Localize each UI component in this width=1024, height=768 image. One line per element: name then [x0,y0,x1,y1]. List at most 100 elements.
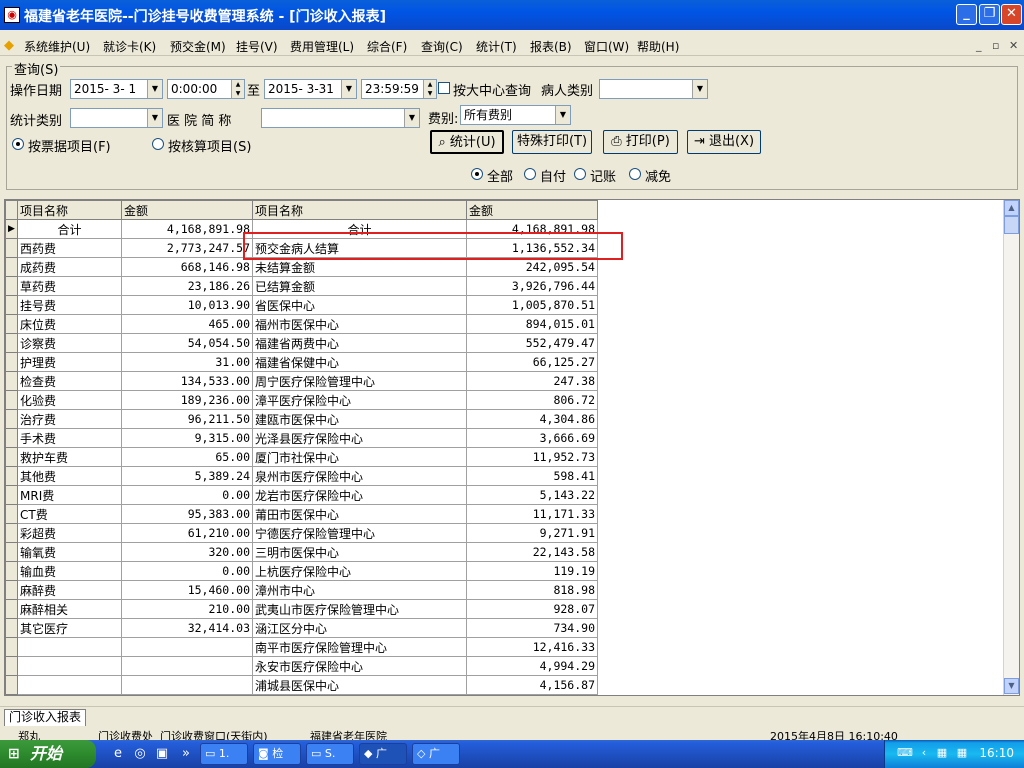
scroll-up-icon[interactable]: ▲ [1004,200,1019,216]
item-name-cell[interactable]: 西药费 [17,238,122,258]
menu-card[interactable]: 就诊卡(K) [103,38,156,55]
row-indicator[interactable] [5,371,18,391]
date-from-picker[interactable]: 2015- 3- 1 ▼ [70,79,163,99]
table-row[interactable]: 其他费 5,389.24 泉州市医疗保险中心 598.41 [5,466,598,486]
table-row[interactable]: 化验费 189,236.00 漳平医疗保险中心 806.72 [5,390,598,410]
row-indicator[interactable] [5,295,18,315]
item-name-cell[interactable]: 手术费 [17,428,122,448]
amount-cell[interactable]: 247.38 [466,371,598,391]
scroll-thumb[interactable] [1004,216,1019,234]
item-name-cell[interactable]: 救护车费 [17,447,122,467]
by-receipt-label[interactable]: 按票据项目(F) [28,136,111,155]
amount-cell[interactable]: 9,271.91 [466,523,598,543]
by-settlement-label[interactable]: 按核算项目(S) [168,136,251,155]
table-row[interactable]: 麻醉相关 210.00 武夷山市医疗保险管理中心 928.07 [5,599,598,619]
amount-cell[interactable]: 9,315.00 [121,428,253,448]
amount-cell[interactable]: 894,015.01 [466,314,598,334]
table-row[interactable]: 输氧费 320.00 三明市医保中心 22,143.58 [5,542,598,562]
item-name-cell[interactable]: 漳州市中心 [252,580,467,600]
item-name-cell[interactable]: 挂号费 [17,295,122,315]
table-row[interactable]: 检查费 134,533.00 周宁医疗保险管理中心 247.38 [5,371,598,391]
title-bar[interactable]: ◉ 福建省老年医院--门诊挂号收费管理系统 - [门诊收入报表] _ ❐ ✕ [0,0,1024,30]
amount-cell[interactable]: 1,005,870.51 [466,295,598,315]
amount-cell[interactable]: 928.07 [466,599,598,619]
item-name-cell[interactable]: 福州市医保中心 [252,314,467,334]
ie-icon[interactable]: e [110,746,126,762]
mdi-restore-button[interactable]: ▫ [992,39,999,52]
item-name-cell[interactable]: 化验费 [17,390,122,410]
filter-all-radio[interactable] [471,168,483,180]
item-name-cell[interactable] [17,637,122,657]
chevron-icon[interactable]: » [178,746,194,762]
amount-cell[interactable]: 2,773,247.57 [121,238,253,258]
collapse-tray-icon[interactable]: ‹ [917,746,931,760]
table-row[interactable]: 其它医疗 32,414.03 涵江区分中心 734.90 [5,618,598,638]
amount-cell[interactable]: 31.00 [121,352,253,372]
table-row[interactable]: 浦城县医保中心 4,156.87 [5,675,598,695]
amount-cell[interactable]: 61,210.00 [121,523,253,543]
amount-cell[interactable] [121,675,253,695]
amount-cell[interactable]: 210.00 [121,599,253,619]
column-header[interactable]: 项目名称 [252,200,467,220]
amount-cell[interactable]: 189,236.00 [121,390,253,410]
menu-query[interactable]: 查询(C) [421,38,463,55]
amount-cell[interactable]: 242,095.54 [466,257,598,277]
amount-cell[interactable]: 22,143.58 [466,542,598,562]
table-row[interactable]: 南平市医疗保险管理中心 12,416.33 [5,637,598,657]
hospital-abbr-select[interactable]: ▼ [261,108,420,128]
item-name-cell[interactable]: 输血费 [17,561,122,581]
mdi-close-button[interactable]: ✕ [1009,39,1018,52]
item-name-cell[interactable]: 龙岩市医疗保险中心 [252,485,467,505]
report-grid[interactable]: 项目名称 金额 项目名称 金额 ▶ 合计 4,168,891.98 合计 4,168,8… [4,199,1020,696]
filter-account-label[interactable]: 记账 [590,166,616,185]
filter-account-radio[interactable] [574,168,586,180]
desktop-icon[interactable]: ▣ [154,746,170,762]
amount-cell[interactable]: 95,383.00 [121,504,253,524]
amount-cell[interactable]: 818.98 [466,580,598,600]
table-row[interactable]: MRI费 0.00 龙岩市医疗保险中心 5,143.22 [5,485,598,505]
amount-cell[interactable]: 65.00 [121,447,253,467]
row-indicator[interactable] [5,580,18,600]
taskbar-item-active-app[interactable]: ◆ 广 [359,743,407,765]
row-indicator[interactable] [5,333,18,353]
item-name-cell[interactable]: CT费 [17,504,122,524]
amount-cell[interactable]: 806.72 [466,390,598,410]
column-header[interactable]: 金额 [121,200,253,220]
item-name-cell[interactable]: 南平市医疗保险管理中心 [252,637,467,657]
item-name-cell[interactable]: 麻醉费 [17,580,122,600]
item-name-cell[interactable]: 福建省两费中心 [252,333,467,353]
amount-cell[interactable]: 10,013.90 [121,295,253,315]
row-indicator[interactable] [5,656,18,676]
table-row[interactable]: 床位费 465.00 福州市医保中心 894,015.01 [5,314,598,334]
browser-icon[interactable]: ◎ [132,746,148,762]
row-indicator[interactable] [5,257,18,277]
item-name-cell[interactable]: 护理费 [17,352,122,372]
table-row-empty[interactable] [5,694,598,695]
scroll-down-icon[interactable]: ▼ [1004,678,1019,694]
stat-category-select[interactable]: ▼ [70,108,163,128]
row-indicator[interactable] [5,409,18,429]
item-name-cell[interactable]: 已结算金额 [252,276,467,296]
item-name-cell[interactable]: 莆田市医保中心 [252,504,467,524]
table-row[interactable]: 成药费 668,146.98 未结算金额 242,095.54 [5,257,598,277]
amount-cell[interactable]: 734.90 [466,618,598,638]
item-name-cell[interactable]: 其他费 [17,466,122,486]
menu-reports[interactable]: 报表(B) [530,38,572,55]
item-name-cell[interactable] [17,656,122,676]
filter-self-pay-label[interactable]: 自付 [540,166,566,185]
row-indicator[interactable] [5,390,18,410]
item-name-cell[interactable]: 泉州市医疗保险中心 [252,466,467,486]
amount-cell[interactable]: 0.00 [121,485,253,505]
chevron-down-icon[interactable]: ▼ [692,80,707,98]
stat-button[interactable]: ⌕ 统计(U) [430,130,504,154]
keyboard-icon[interactable]: ⌨ [897,746,913,760]
amount-cell[interactable] [121,637,253,657]
amount-cell[interactable]: 11,952.73 [466,447,598,467]
mdi-child-icon[interactable]: ◆ [4,38,20,53]
item-name-cell[interactable]: 草药费 [17,276,122,296]
current-row-indicator-icon[interactable]: ▶ [5,219,18,239]
amount-cell[interactable]: 96,211.50 [121,409,253,429]
amount-cell[interactable]: 552,479.47 [466,333,598,353]
item-name-cell[interactable]: 彩超费 [17,523,122,543]
amount-cell[interactable]: 4,304.86 [466,409,598,429]
